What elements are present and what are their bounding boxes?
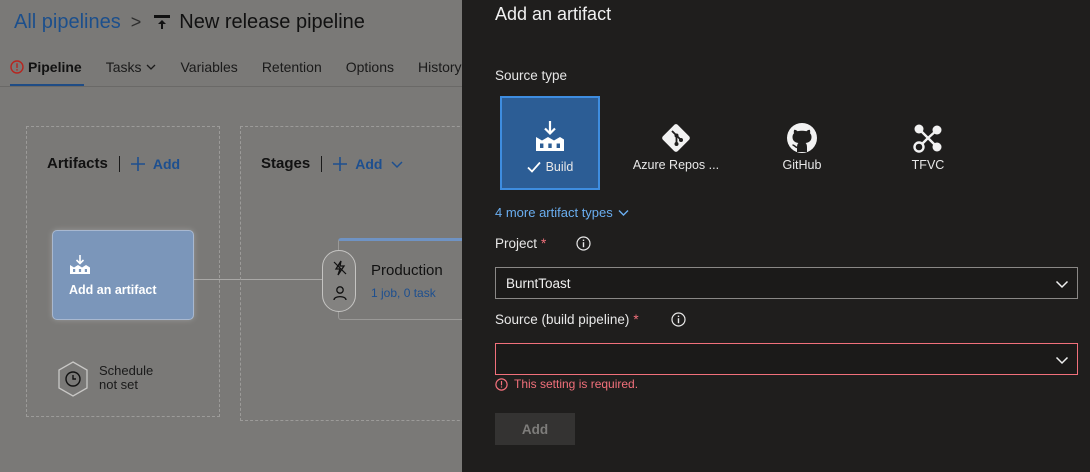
git-icon — [662, 124, 690, 152]
more-artifact-types-link[interactable]: 4 more artifact types — [495, 205, 629, 220]
stage-summary-link[interactable]: 1 job, 0 task — [371, 286, 436, 300]
required-marker: * — [541, 236, 547, 251]
info-icon[interactable] — [576, 236, 591, 251]
pipeline-editor: All pipelines > New release pipeline Pip… — [0, 0, 462, 472]
chevron-down-icon[interactable] — [391, 158, 403, 170]
source-type-name: Build — [545, 160, 574, 174]
tab-label: Variables — [180, 59, 238, 75]
source-pipeline-label: Source (build pipeline) * — [495, 312, 639, 327]
required-marker: * — [633, 312, 639, 327]
tab-label: History — [418, 59, 462, 75]
schedule-line-2: not set — [99, 377, 139, 392]
tab-retention[interactable]: Retention — [262, 56, 322, 78]
tab-label: Tasks — [105, 59, 142, 75]
tab-variables[interactable]: Variables — [180, 56, 237, 78]
chevron-down-icon — [1055, 356, 1069, 365]
chevron-down-icon — [618, 210, 629, 216]
add-button[interactable]: Add — [495, 413, 575, 445]
source-type-label: Source type — [495, 68, 568, 83]
add-artifact-card[interactable]: Add an artifact — [52, 230, 194, 320]
project-dropdown[interactable]: BurntToast — [495, 267, 1078, 299]
breadcrumb: All pipelines > New release pipeline — [14, 9, 365, 35]
source-type-name: GitHub — [782, 158, 822, 172]
panel-title: Add an artifact — [495, 4, 612, 24]
source-type-name: TFVC — [911, 158, 945, 172]
source-type-build[interactable]: Build — [500, 96, 600, 190]
tab-label: Retention — [261, 59, 322, 75]
add-artifact-card-label: Add an artifact — [69, 283, 157, 297]
source-type-label-row: Build — [502, 160, 598, 174]
person-icon[interactable] — [332, 285, 348, 301]
info-icon[interactable] — [671, 312, 686, 327]
source-type-tfvc[interactable]: TFVC — [878, 96, 978, 190]
stage-conditions-pill — [322, 250, 356, 312]
breadcrumb-all-pipelines[interactable]: All pipelines — [14, 11, 121, 34]
more-artifact-types-label: 4 more artifact types — [495, 205, 613, 220]
source-pipeline-label-text: Source (build pipeline) — [495, 312, 630, 327]
add-artifact-panel: Add an artifact Source type Build Azure … — [462, 0, 1090, 472]
stage-card-production[interactable] — [338, 238, 462, 320]
tfvc-icon — [913, 124, 942, 153]
stages-header: Stages Add — [261, 155, 403, 172]
stage-name[interactable]: Production — [371, 262, 443, 279]
tab-label: Pipeline — [28, 59, 82, 75]
warning-icon — [10, 60, 24, 74]
plus-icon[interactable] — [130, 156, 146, 172]
header-divider — [321, 155, 323, 172]
page-title[interactable]: New release pipeline — [179, 11, 365, 34]
source-pipeline-dropdown[interactable] — [495, 343, 1078, 375]
editor-tabs: Pipeline Tasks Variables Retention Optio… — [10, 56, 462, 88]
tab-tasks[interactable]: Tasks — [106, 56, 157, 78]
release-pipeline-icon — [154, 15, 171, 29]
plus-icon[interactable] — [332, 156, 348, 172]
trigger-icon[interactable] — [332, 260, 348, 276]
tab-pipeline[interactable]: Pipeline — [10, 56, 84, 86]
source-pipeline-error: This setting is required. — [495, 377, 638, 391]
schedule-label[interactable]: Schedule not set — [99, 364, 153, 392]
tab-options[interactable]: Options — [346, 56, 394, 78]
artifacts-title: Artifacts — [47, 155, 108, 172]
stages-title: Stages — [261, 155, 311, 172]
error-icon — [495, 377, 508, 391]
build-icon — [70, 255, 90, 274]
header-divider — [118, 155, 120, 172]
project-label: Project * — [495, 236, 546, 251]
project-label-text: Project — [495, 236, 538, 251]
add-artifact-link[interactable]: Add — [153, 156, 180, 172]
chevron-down-icon — [1055, 280, 1069, 289]
clock-icon[interactable] — [56, 360, 90, 398]
add-stage-link[interactable]: Add — [355, 156, 382, 172]
source-type-github[interactable]: GitHub — [752, 96, 852, 190]
tab-label: Options — [345, 59, 394, 75]
schedule-line-1: Schedule — [99, 363, 154, 378]
tab-history[interactable]: History — [418, 56, 462, 78]
error-message: This setting is required. — [514, 377, 639, 391]
artifacts-header: Artifacts Add — [47, 155, 180, 172]
chevron-down-icon — [147, 64, 156, 70]
source-type-azure-repos[interactable]: Azure Repos ... — [626, 96, 726, 190]
source-type-name: Azure Repos ... — [632, 158, 720, 172]
checkmark-icon — [526, 161, 541, 173]
tabs-divider — [0, 86, 462, 87]
github-icon — [787, 123, 817, 153]
project-dropdown-value: BurntToast — [506, 276, 571, 291]
breadcrumb-separator: > — [130, 11, 142, 32]
build-icon — [536, 121, 564, 151]
